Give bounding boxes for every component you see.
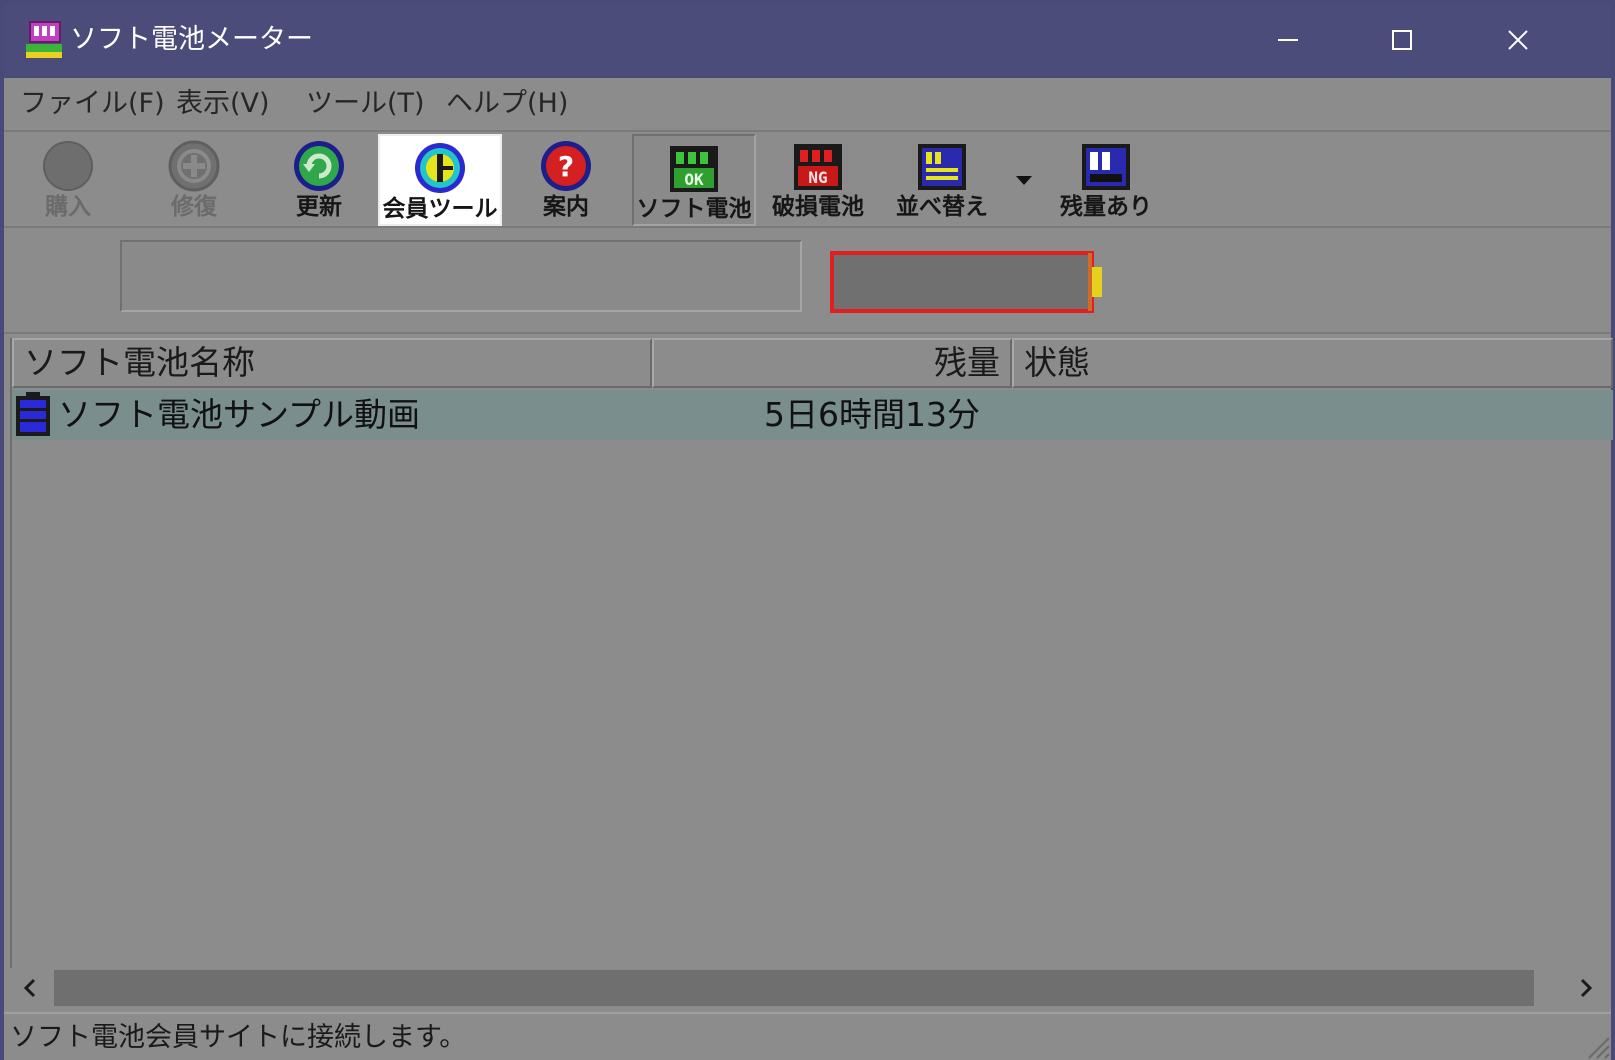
status-text: ソフト電池会員サイトに接続します。 [10,1022,467,1053]
dropdown-arrow-icon[interactable] [1012,172,1036,188]
row-battery-name: ソフト電池サンプル動画 [58,395,421,434]
member-tool-label: 会員ツール [382,196,498,222]
refresh-button[interactable]: 更新 [257,134,381,226]
repair-icon [168,140,220,192]
purchase-label: 購入 [45,194,91,220]
damaged-battery-label: 破損電池 [772,194,864,220]
member-tool-button[interactable]: 会員ツール [378,134,502,226]
guide-button[interactable]: ? 案内 [504,134,628,226]
damaged-battery-ng-text: NG [808,168,827,187]
battery-row-icon [16,392,50,436]
remaining-label: 残量あり [1060,194,1152,220]
window-title: ソフト電池メーター [70,24,313,55]
minimize-icon [1278,39,1298,41]
minimize-button[interactable] [1252,14,1324,66]
battery-name-box [120,240,802,312]
app-window: ソフト電池メーター ファイル(F) 表示(V) ツール(T) ヘルプ(H) 購入… [0,0,1615,1060]
maximize-icon [1392,30,1412,50]
damaged-battery-button[interactable]: NG 破損電池 [756,134,880,226]
refresh-icon [294,141,344,191]
battery-meter-app-icon [26,21,62,58]
menu-tools[interactable]: ツール(T) [306,86,425,122]
help-icon: ? [541,141,591,191]
close-button[interactable] [1482,14,1554,66]
title-bar[interactable]: ソフト電池メーター [4,4,1611,78]
sort-icon [918,144,966,190]
sort-label: 並べ替え [896,194,988,220]
menu-bar: ファイル(F) 表示(V) ツール(T) ヘルプ(H) [4,78,1611,132]
purchase-button[interactable]: 購入 [6,134,130,226]
chevron-right-icon [1580,978,1593,998]
battery-level-meter [830,251,1102,313]
menu-file[interactable]: ファイル(F) [20,86,165,122]
table-header: ソフト電池名称 残量 状態 [12,338,1613,388]
resize-grip-icon[interactable] [1581,1030,1611,1060]
refresh-label: 更新 [296,194,342,220]
menu-view[interactable]: 表示(V) [176,86,270,122]
damaged-battery-ng-icon: NG [794,144,842,190]
repair-button[interactable]: 修復 [132,134,256,226]
scroll-right-button[interactable] [1566,972,1606,1004]
horizontal-scrollbar[interactable] [10,968,1611,1008]
soft-battery-label: ソフト電池 [636,196,752,222]
column-header-remaining[interactable]: 残量 [652,338,1012,388]
scrollbar-thumb[interactable] [54,970,1534,1006]
soft-battery-ok-text: OK [684,170,704,189]
member-tool-icon [415,143,465,193]
column-header-state[interactable]: 状態 [1012,338,1613,388]
remaining-button[interactable]: 残量あり [1044,134,1168,226]
guide-label: 案内 [543,194,589,220]
repair-label: 修復 [171,194,217,220]
svg-text:?: ? [558,150,574,183]
toolbar: 購入 修復 更新 会員ツール ? 案内 OK ソフト電池 NG 破損電池 並べ替… [4,132,1611,228]
menu-help[interactable]: ヘルプ(H) [446,86,568,122]
row-remaining: 5日6時間13分 [764,395,980,434]
scroll-left-button[interactable] [10,972,50,1004]
table-row[interactable]: ソフト電池サンプル動画 5日6時間13分 [12,390,1613,440]
sort-button[interactable]: 並べ替え [880,134,1004,226]
soft-battery-ok-icon: OK [670,146,718,192]
column-header-name[interactable]: ソフト電池名称 [12,338,652,388]
close-icon [1508,30,1528,50]
soft-battery-button[interactable]: OK ソフト電池 [632,134,756,226]
maximize-button[interactable] [1366,14,1438,66]
battery-list: ソフト電池名称 残量 状態 ソフト電池サンプル動画 5日6時間13分 [10,338,1613,968]
battery-tip-icon [1092,267,1102,297]
purchase-icon [43,141,93,191]
info-panel [4,230,1611,334]
remaining-icon [1082,144,1130,190]
chevron-left-icon [23,978,36,998]
status-bar: ソフト電池会員サイトに接続します。 [4,1012,1611,1060]
